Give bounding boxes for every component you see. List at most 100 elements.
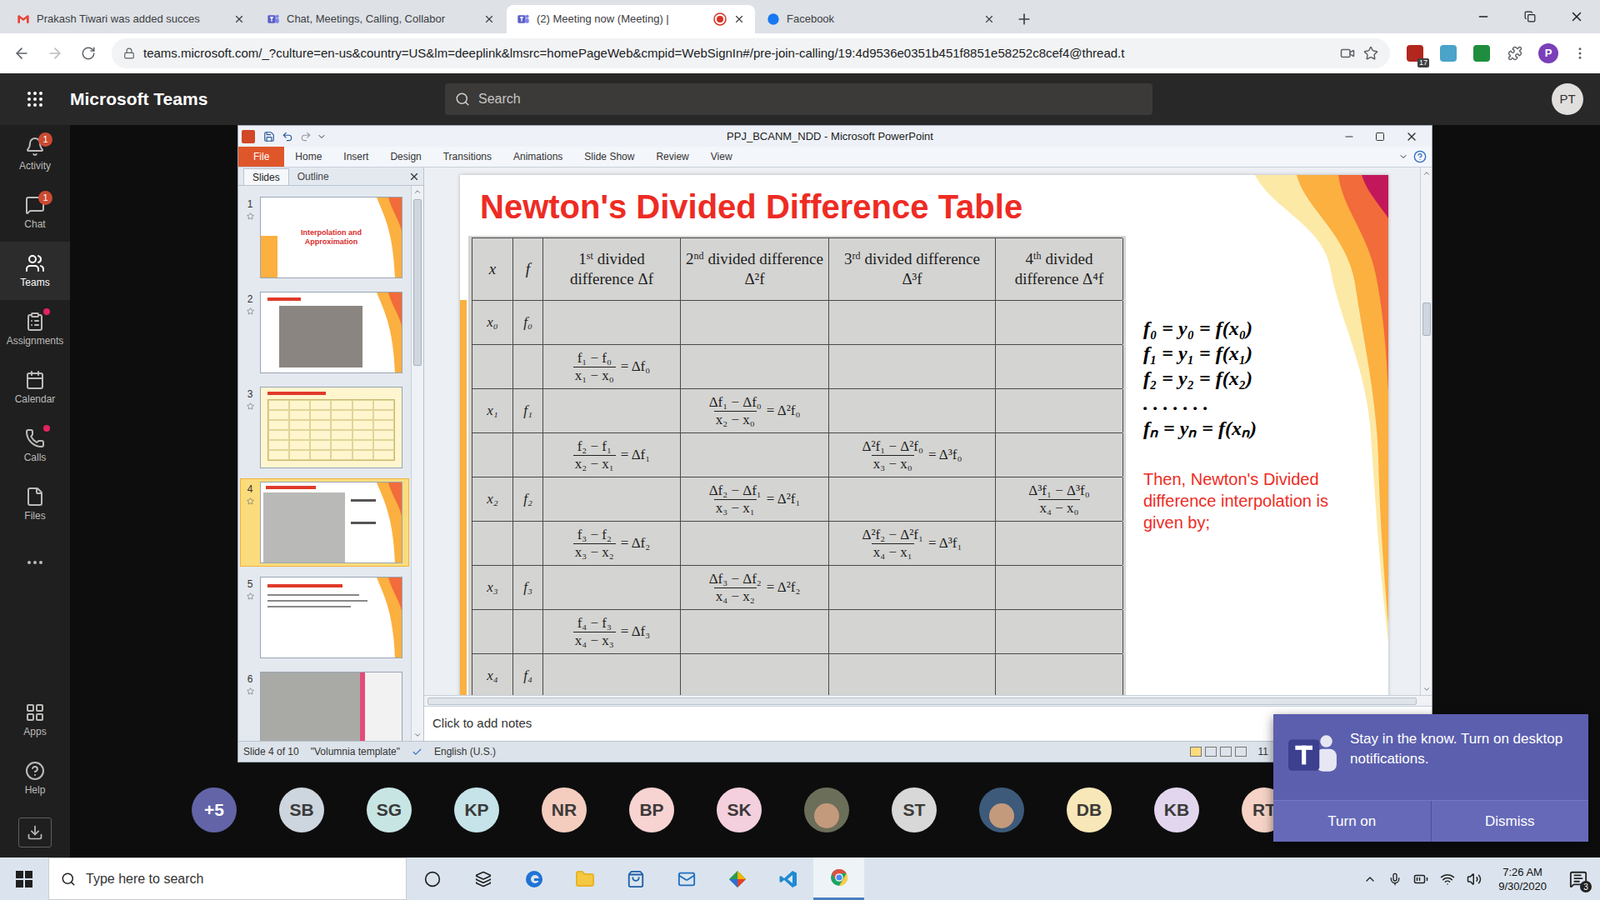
thumbnail-row[interactable]: 2 — [240, 288, 410, 377]
participant-avatar[interactable]: SG — [366, 787, 412, 833]
mail-button[interactable] — [660, 857, 712, 900]
extension-button[interactable]: 17 — [1400, 38, 1430, 69]
thumbnail-row[interactable]: 6 — [240, 668, 410, 741]
scroll-up-icon[interactable] — [1422, 169, 1431, 178]
ribbon-tab[interactable]: Transitions — [432, 146, 503, 167]
taskbar-search[interactable]: Type here to search — [48, 857, 407, 900]
menu-button[interactable] — [1566, 38, 1594, 69]
ribbon-tab[interactable]: Insert — [332, 146, 380, 167]
undo-icon[interactable] — [281, 130, 294, 143]
participant-avatar[interactable]: NR — [541, 787, 587, 833]
rail-item[interactable]: Calendar — [0, 358, 70, 417]
reload-button[interactable] — [73, 38, 104, 69]
microphone-icon[interactable] — [1388, 872, 1402, 886]
browser-tab[interactable]: (2) Meeting now (Meeting) | — [506, 5, 755, 34]
restore-button[interactable] — [1506, 0, 1554, 34]
user-avatar[interactable]: PT — [1551, 83, 1584, 115]
tab-close-icon[interactable] — [983, 13, 995, 25]
rail-item[interactable]: Teams — [0, 241, 70, 300]
wifi-icon[interactable] — [1440, 871, 1455, 887]
thumbnail-row[interactable]: 4 — [240, 478, 410, 567]
thumbnail-row[interactable]: 5 — [240, 573, 410, 662]
panel-close-icon[interactable] — [408, 170, 420, 183]
edge-button[interactable] — [508, 857, 560, 900]
omnibox[interactable]: teams.microsoft.com/_?culture=en-us&coun… — [111, 38, 1390, 69]
browser-tab[interactable]: Chat, Meetings, Calling, Collabor — [256, 5, 505, 34]
normal-view-button[interactable] — [1190, 746, 1202, 757]
hscroll-thumb[interactable] — [427, 697, 1417, 705]
scroll-down-icon[interactable] — [1422, 685, 1431, 694]
participant-avatar[interactable]: KP — [454, 787, 500, 833]
save-icon[interactable] — [263, 130, 275, 143]
search-box[interactable]: Search — [445, 83, 1153, 115]
store-button[interactable] — [610, 857, 661, 900]
thumbnail[interactable] — [260, 481, 403, 564]
rail-item[interactable]: Files — [0, 475, 70, 534]
rail-item[interactable]: Assignments — [0, 300, 70, 359]
thumbnail[interactable] — [260, 576, 403, 659]
battery-icon[interactable] — [1413, 871, 1429, 887]
close-button[interactable] — [1553, 0, 1600, 34]
explorer-button[interactable] — [559, 857, 610, 900]
cortana-button[interactable] — [406, 857, 458, 900]
participant-avatar[interactable]: KB — [1154, 787, 1200, 833]
tab-close-icon[interactable] — [233, 13, 245, 25]
tab-close-icon[interactable] — [483, 13, 495, 25]
reading-view-button[interactable] — [1220, 746, 1232, 757]
ribbon-tab[interactable]: File — [238, 146, 285, 167]
more-apps-button[interactable] — [0, 533, 70, 592]
redo-icon[interactable] — [300, 130, 312, 143]
volume-icon[interactable] — [1466, 871, 1482, 887]
extension-button[interactable] — [1466, 38, 1497, 69]
toast-button[interactable]: Dismiss — [1430, 800, 1590, 842]
participant-photo[interactable] — [979, 787, 1025, 833]
profile-button[interactable]: P — [1533, 38, 1564, 69]
extension-button[interactable] — [1433, 38, 1464, 69]
thumbnail[interactable] — [260, 291, 403, 374]
camera-icon[interactable] — [1340, 45, 1355, 61]
participant-avatar[interactable]: SB — [279, 787, 325, 833]
back-button[interactable] — [6, 38, 37, 69]
ribbon-collapse-icon[interactable] — [1398, 151, 1409, 162]
scroll-up-icon[interactable] — [413, 187, 422, 196]
ppt-restore-icon[interactable] — [1375, 131, 1385, 142]
ribbon-tab[interactable]: Animations — [502, 146, 574, 167]
thumbnail[interactable]: Interpolation and Approximation — [260, 196, 403, 279]
ribbon-tab[interactable]: Review — [645, 146, 700, 167]
customize-qat-icon[interactable] — [316, 131, 327, 142]
panel-tab[interactable]: Slides — [243, 168, 290, 185]
task-view-button[interactable] — [457, 857, 509, 900]
ppt-minimize-icon[interactable] — [1343, 130, 1355, 143]
scroll-down-icon[interactable] — [413, 730, 422, 740]
thumbnail-row[interactable]: 3 — [240, 383, 410, 472]
browser-tab[interactable]: Prakash Tiwari was added succes — [6, 5, 255, 34]
forward-button[interactable] — [40, 38, 70, 69]
participant-avatar[interactable]: BP — [629, 787, 675, 833]
participant-avatar[interactable]: DB — [1066, 787, 1112, 833]
ppt-help-icon[interactable] — [1413, 150, 1427, 164]
participant-photo[interactable] — [804, 787, 850, 833]
rail-item[interactable]: Help — [0, 749, 70, 808]
ribbon-tab[interactable]: Home — [284, 146, 333, 167]
scroll-thumb[interactable] — [413, 199, 422, 366]
chrome-button[interactable] — [813, 857, 865, 900]
thumbnail[interactable] — [260, 386, 403, 469]
rail-item[interactable]: Apps — [0, 690, 70, 750]
minimize-button[interactable] — [1460, 0, 1507, 34]
slideshow-view-button[interactable] — [1235, 746, 1247, 757]
toast-button[interactable]: Turn on — [1273, 800, 1431, 842]
rail-item[interactable]: Chat1 — [0, 183, 70, 242]
sorter-view-button[interactable] — [1205, 746, 1217, 757]
app-launcher[interactable] — [0, 89, 70, 110]
clock[interactable]: 7:26 AM9/30/2020 — [1493, 865, 1552, 894]
thumbnail-row[interactable]: 1Interpolation and Approximation — [240, 193, 410, 282]
rail-item[interactable]: Calls — [0, 416, 70, 475]
browser-tab[interactable]: Facebook — [756, 5, 1005, 34]
vscode-button[interactable] — [762, 857, 814, 900]
action-center-button[interactable]: 3 — [1563, 857, 1594, 900]
ppt-close-icon[interactable] — [1405, 130, 1419, 144]
participant-avatar[interactable]: SK — [716, 787, 762, 833]
scroll-thumb[interactable] — [1422, 302, 1431, 336]
panel-tab[interactable]: Outline — [289, 168, 338, 185]
tab-close-icon[interactable] — [733, 13, 745, 25]
